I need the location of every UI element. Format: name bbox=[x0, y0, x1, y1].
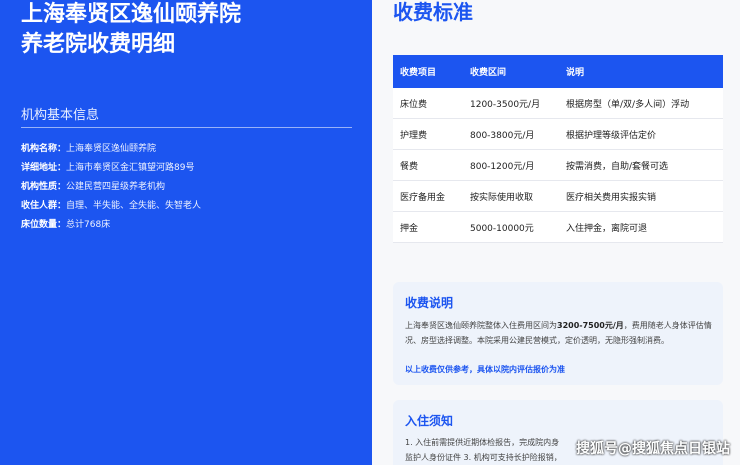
info-divider bbox=[21, 127, 352, 128]
table-row: 押金 5000-10000元 入住押金，离院可退 bbox=[393, 212, 723, 243]
table-row: 护理费 800-3800元/月 根据护理等级评估定价 bbox=[393, 119, 723, 150]
cell-note: 按需消费，自助/套餐可选 bbox=[566, 161, 669, 172]
info-row-address: 详细地址：上海市奉贤区金汇镇望河路89号 bbox=[21, 159, 361, 178]
info-row-residents: 收住人群：自理、半失能、全失能、失智老人 bbox=[21, 197, 361, 216]
info-row-name: 机构名称：上海奉贤区逸仙颐养院 bbox=[21, 140, 361, 159]
info-label: 机构性质： bbox=[21, 182, 67, 192]
cell-range: 1200-3500元/月 bbox=[470, 99, 541, 110]
fee-range-highlight: 3200-7500元/月 bbox=[557, 321, 624, 330]
info-label: 收住人群： bbox=[21, 201, 67, 211]
table-row: 床位费 1200-3500元/月 根据房型（单/双/多人间）浮动 bbox=[393, 88, 723, 119]
cell-note: 入住押金，离院可退 bbox=[566, 223, 648, 234]
title-line-1: 上海奉贤区逸仙颐养院 bbox=[21, 2, 242, 27]
fee-standard-title: 收费标准 bbox=[393, 0, 473, 24]
cell-item: 押金 bbox=[400, 223, 419, 234]
fee-description-text: 上海奉贤区逸仙颐养院整体入住费用区间为 bbox=[405, 321, 557, 330]
fee-description-card: 收费说明 上海奉贤区逸仙颐养院整体入住费用区间为3200-7500元/月，费用随… bbox=[393, 282, 723, 385]
info-value: 自理、半失能、全失能、失智老人 bbox=[66, 201, 202, 211]
table-row: 餐费 800-1200元/月 按需消费，自助/套餐可选 bbox=[393, 150, 723, 181]
header-note: 说明 bbox=[566, 68, 585, 78]
cell-item: 餐费 bbox=[400, 161, 419, 172]
cell-range: 800-3800元/月 bbox=[470, 130, 535, 141]
cell-item: 护理费 bbox=[400, 130, 428, 141]
header-item: 收费项目 bbox=[400, 68, 437, 78]
info-label: 床位数量： bbox=[21, 220, 67, 230]
cell-range: 5000-10000元 bbox=[470, 223, 534, 234]
fee-description-body: 上海奉贤区逸仙颐养院整体入住费用区间为3200-7500元/月，费用随老人身体评… bbox=[405, 318, 717, 348]
info-label: 机构名称： bbox=[21, 144, 67, 154]
info-list: 机构名称：上海奉贤区逸仙颐养院 详细地址：上海市奉贤区金汇镇望河路89号 机构性… bbox=[21, 140, 361, 235]
info-label: 详细地址： bbox=[21, 163, 67, 173]
cell-item: 床位费 bbox=[400, 99, 428, 110]
right-panel: 收费标准 收费项目 收费区间 说明 床位费 1200-3500元/月 根据房型（… bbox=[372, 0, 740, 465]
cell-note: 根据护理等级评估定价 bbox=[566, 130, 657, 141]
left-panel: 上海奉贤区逸仙颐养院 养老院收费明细 机构基本信息 机构名称：上海奉贤区逸仙颐养… bbox=[0, 0, 372, 465]
cell-range: 800-1200元/月 bbox=[470, 161, 535, 172]
header-range: 收费区间 bbox=[470, 68, 507, 78]
admission-notice-title: 入住须知 bbox=[405, 414, 454, 428]
cell-note: 根据房型（单/双/多人间）浮动 bbox=[566, 99, 690, 110]
fee-table-header: 收费项目 收费区间 说明 bbox=[393, 55, 723, 88]
table-row: 医疗备用金 按实际使用收取 医疗相关费用实报实销 bbox=[393, 181, 723, 212]
fee-description-title: 收费说明 bbox=[405, 296, 454, 310]
fee-reference-note: 以上收费仅供参考，具体以院内评估报价为准 bbox=[405, 365, 565, 374]
cell-item: 医疗备用金 bbox=[400, 192, 446, 203]
info-value: 公建民营四星级养老机构 bbox=[66, 182, 166, 192]
info-value: 上海奉贤区逸仙颐养院 bbox=[66, 144, 157, 154]
page-title: 上海奉贤区逸仙颐养院 养老院收费明细 bbox=[21, 0, 366, 60]
info-heading: 机构基本信息 bbox=[21, 108, 100, 123]
fee-table: 收费项目 收费区间 说明 床位费 1200-3500元/月 根据房型（单/双/多… bbox=[393, 55, 723, 243]
info-value: 总计768床 bbox=[66, 220, 111, 230]
cell-note: 医疗相关费用实报实销 bbox=[566, 192, 657, 203]
title-line-2: 养老院收费明细 bbox=[21, 32, 176, 57]
info-value: 上海市奉贤区金汇镇望河路89号 bbox=[66, 163, 195, 173]
watermark-text: 搜狐号@搜狐焦点日银站 bbox=[576, 441, 730, 457]
cell-range: 按实际使用收取 bbox=[470, 192, 534, 203]
info-row-beds: 床位数量：总计768床 bbox=[21, 216, 361, 235]
info-row-nature: 机构性质：公建民营四星级养老机构 bbox=[21, 178, 361, 197]
